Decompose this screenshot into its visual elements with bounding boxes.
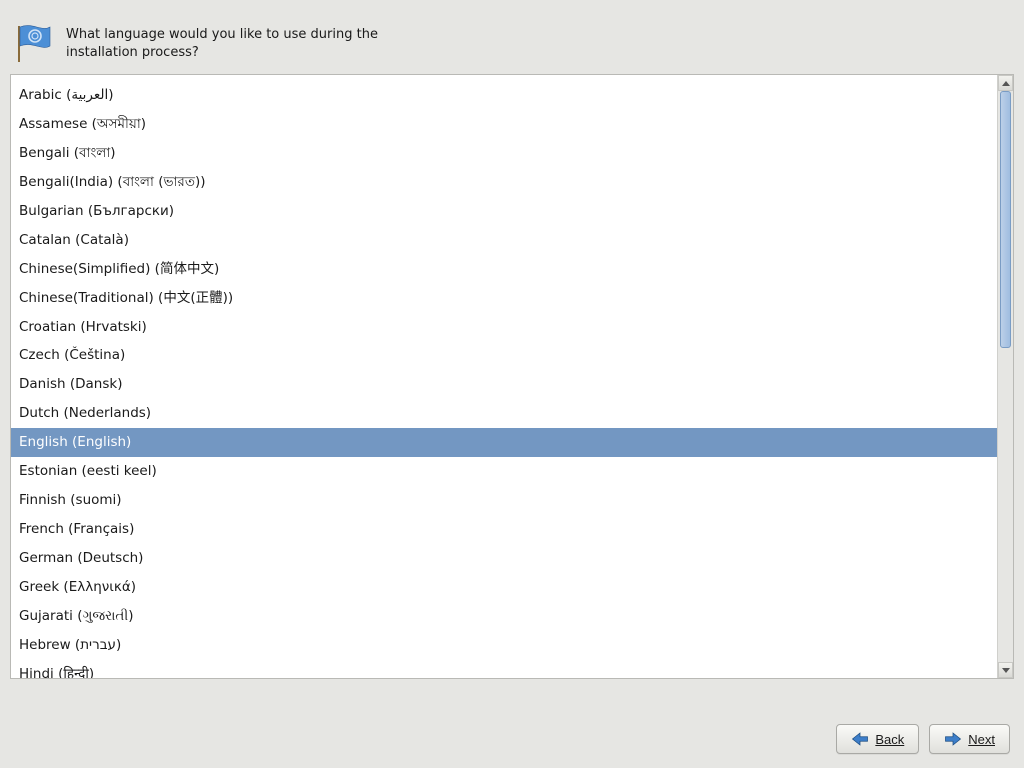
scroll-track[interactable] bbox=[998, 91, 1013, 662]
language-item[interactable]: Arabic (العربية) bbox=[11, 81, 997, 110]
language-item[interactable]: Dutch (Nederlands) bbox=[11, 399, 997, 428]
language-item[interactable]: Estonian (eesti keel) bbox=[11, 457, 997, 486]
arrow-left-icon bbox=[851, 732, 869, 746]
language-item[interactable]: Bulgarian (Български) bbox=[11, 197, 997, 226]
back-label: Back bbox=[875, 732, 904, 747]
arrow-right-icon bbox=[944, 732, 962, 746]
language-item[interactable]: Hindi (हिन्दी) bbox=[11, 660, 997, 678]
prompt-line2: installation process? bbox=[66, 44, 378, 62]
scrollbar[interactable] bbox=[997, 75, 1013, 678]
language-item[interactable]: Gujarati (ગુજરાતી) bbox=[11, 602, 997, 631]
footer: Back Next bbox=[836, 724, 1010, 754]
back-button[interactable]: Back bbox=[836, 724, 919, 754]
language-item[interactable]: Finnish (suomi) bbox=[11, 486, 997, 515]
language-flag-icon bbox=[12, 24, 52, 64]
language-item[interactable]: Assamese (অসমীয়া) bbox=[11, 110, 997, 139]
language-item[interactable]: English (English) bbox=[11, 428, 997, 457]
language-item[interactable]: French (Français) bbox=[11, 515, 997, 544]
language-item[interactable]: German (Deutsch) bbox=[11, 544, 997, 573]
language-list-area: Arabic (العربية)Assamese (অসমীয়া)Bengal… bbox=[10, 74, 1014, 679]
language-item[interactable]: Chinese(Traditional) (中文(正體)) bbox=[11, 284, 997, 313]
scroll-down-button[interactable] bbox=[998, 662, 1013, 678]
prompt-line1: What language would you like to use duri… bbox=[66, 26, 378, 44]
header-prompt: What language would you like to use duri… bbox=[66, 24, 378, 61]
language-item[interactable]: Catalan (Català) bbox=[11, 226, 997, 255]
language-item[interactable]: Bengali (বাংলা) bbox=[11, 139, 997, 168]
next-button[interactable]: Next bbox=[929, 724, 1010, 754]
language-item[interactable]: Danish (Dansk) bbox=[11, 370, 997, 399]
language-list[interactable]: Arabic (العربية)Assamese (অসমীয়া)Bengal… bbox=[11, 75, 997, 678]
next-label: Next bbox=[968, 732, 995, 747]
scroll-thumb[interactable] bbox=[1000, 91, 1011, 348]
language-item[interactable]: Hebrew (עברית) bbox=[11, 631, 997, 660]
header: What language would you like to use duri… bbox=[0, 0, 1024, 74]
language-item[interactable]: Croatian (Hrvatski) bbox=[11, 313, 997, 342]
language-item[interactable]: Bengali(India) (বাংলা (ভারত)) bbox=[11, 168, 997, 197]
language-item[interactable]: Czech (Čeština) bbox=[11, 341, 997, 370]
language-item[interactable]: Chinese(Simplified) (简体中文) bbox=[11, 255, 997, 284]
language-item[interactable]: Greek (Ελληνικά) bbox=[11, 573, 997, 602]
scroll-up-button[interactable] bbox=[998, 75, 1013, 91]
